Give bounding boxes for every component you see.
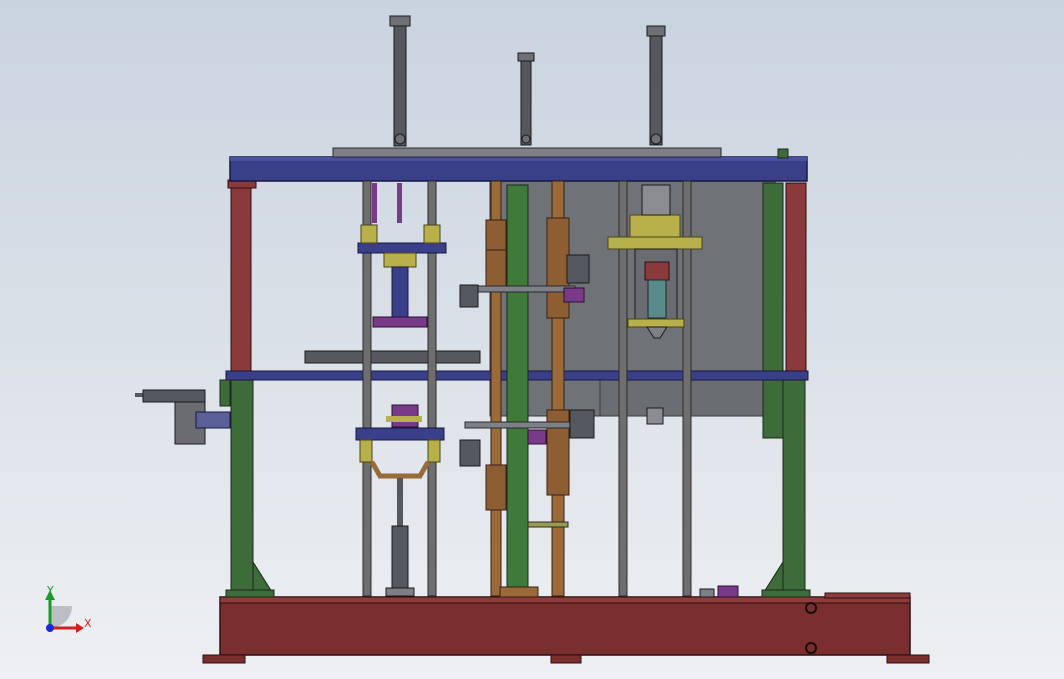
cylinder-right — [649, 29, 663, 146]
cad-viewport[interactable]: Y X — [0, 0, 1064, 679]
right-upper-rail — [762, 182, 784, 372]
left-press-block-b — [423, 224, 441, 244]
machine-assembly-drawing: Y X — [45, 15, 930, 664]
side-cylinder-mount — [195, 411, 231, 429]
cylinder-middle-cap — [517, 52, 535, 62]
triad-z-origin — [46, 624, 54, 632]
arm-lower-2 — [527, 521, 569, 528]
left-lower-plate — [355, 427, 445, 441]
cylinder-left-cap — [389, 15, 411, 27]
arm-upper — [464, 285, 576, 293]
left-press-rod-purple-b — [397, 183, 402, 223]
base-foot-mid — [550, 654, 582, 664]
left-upper-post — [230, 182, 252, 372]
right-press-top-plate — [607, 236, 703, 250]
right-gusset — [763, 560, 784, 593]
cylinder-left-pivot — [394, 133, 406, 145]
left-lower-rod — [397, 478, 403, 526]
right-press-upper-block — [629, 214, 681, 238]
triad-x-arrow — [76, 623, 84, 633]
bracket-left-mid — [485, 249, 507, 291]
right-press-head — [641, 184, 671, 216]
cylinder-left — [393, 19, 407, 147]
left-press-foot — [372, 316, 428, 328]
cylinder-middle — [520, 56, 532, 146]
right-foot-plate — [761, 589, 811, 598]
side-cylinder-body — [142, 389, 206, 403]
side-cylinder-clip — [219, 379, 231, 407]
left-press-rod-purple-a — [372, 183, 377, 223]
left-lower-stack-olive — [386, 416, 422, 422]
middle-rail-left — [304, 350, 481, 364]
left-lower-cylinder — [391, 525, 409, 589]
actuator-upper-purple — [563, 287, 585, 303]
right-press-foot — [627, 318, 685, 328]
base-foot-left — [202, 654, 246, 664]
left-lower-post — [230, 379, 254, 596]
base-fixture-purple — [717, 585, 739, 598]
actuator-upper-left — [459, 284, 479, 308]
left-lower-frame-b — [427, 439, 441, 463]
column-green-center — [506, 184, 529, 591]
cylinder-right-pivot — [650, 133, 662, 145]
left-lower-yoke — [369, 460, 431, 479]
base-top-rail — [219, 596, 911, 604]
actuator-upper-right — [566, 254, 590, 284]
left-lower-frame-a — [359, 439, 373, 463]
right-press-shaft — [647, 279, 667, 319]
actuator-lower-purple — [527, 429, 547, 445]
right-upper-post — [785, 182, 807, 372]
actuator-lower-right — [569, 409, 595, 439]
cylinder-middle-pivot — [521, 134, 531, 144]
right-press-coupler — [644, 261, 670, 281]
bracket-left-lower — [485, 464, 507, 511]
bracket-left-upper — [485, 219, 507, 251]
actuator-lower-left — [459, 439, 481, 467]
back-panel-tab — [646, 407, 664, 425]
base-top-plate-right — [824, 592, 911, 599]
arm-lower — [464, 421, 576, 429]
column-base-block — [499, 586, 539, 598]
triad-y-label: Y — [46, 584, 54, 597]
column-brown-block-upper — [546, 217, 570, 319]
left-foot-plate — [225, 589, 275, 598]
cylinder-right-cap — [646, 25, 666, 37]
left-gusset — [252, 560, 273, 593]
top-mount-plate — [332, 147, 722, 158]
right-lower-bracket — [762, 379, 784, 439]
coordinate-triad: Y X — [45, 584, 92, 633]
left-press-collar — [383, 252, 417, 268]
left-lower-cylinder-base — [385, 587, 415, 597]
triad-x-label: X — [84, 617, 92, 630]
triad-base-shadow — [50, 606, 72, 628]
base-fixture-grey — [699, 588, 715, 598]
left-press-ram — [391, 266, 409, 318]
left-press-top-plate — [357, 242, 447, 254]
right-lower-post — [782, 379, 806, 596]
top-beam-highlight — [230, 157, 807, 161]
left-press-block-a — [360, 224, 378, 244]
base-foot-right — [886, 654, 930, 664]
top-corner-bracket — [777, 148, 789, 159]
